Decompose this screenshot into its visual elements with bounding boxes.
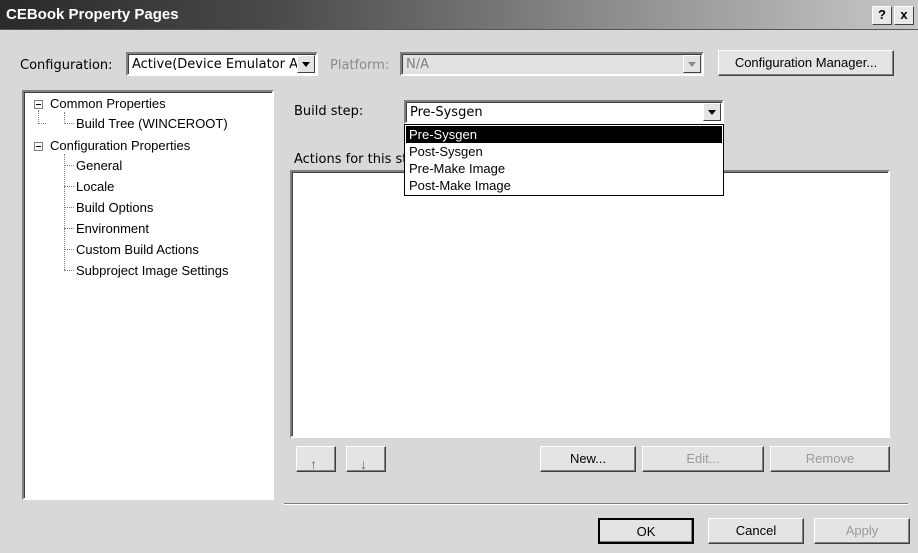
- up-arrow-icon: ↑: [310, 456, 317, 472]
- new-button[interactable]: New...: [540, 446, 636, 472]
- ok-button[interactable]: OK: [598, 518, 694, 544]
- help-button[interactable]: ?: [872, 6, 892, 25]
- platform-select: N/A: [400, 52, 704, 76]
- build-step-select[interactable]: Pre-Sysgen: [404, 100, 724, 124]
- footer-separator: [284, 503, 908, 505]
- tree-item-custom-build-actions[interactable]: Custom Build Actions: [76, 242, 199, 257]
- build-step-dropdown[interactable]: Pre-Sysgen Post-Sysgen Pre-Make Image Po…: [404, 124, 724, 196]
- tree-item-configuration-properties[interactable]: Configuration Properties: [50, 138, 190, 153]
- tree-line: [64, 186, 74, 187]
- dropdown-option[interactable]: Pre-Sysgen: [406, 126, 722, 143]
- close-button[interactable]: x: [894, 6, 914, 25]
- tree-line: [64, 228, 74, 229]
- configuration-select[interactable]: Active(Device Emulator A: [126, 52, 318, 76]
- configuration-manager-button[interactable]: Configuration Manager...: [718, 50, 894, 76]
- tree-line: [64, 154, 65, 270]
- tree-item-locale[interactable]: Locale: [76, 179, 114, 194]
- remove-button[interactable]: Remove: [770, 446, 890, 472]
- platform-value: N/A: [406, 57, 429, 72]
- apply-button[interactable]: Apply: [814, 518, 910, 544]
- tree-item-build-tree[interactable]: Build Tree (WINCEROOT): [76, 116, 228, 131]
- configuration-label: Configuration:: [20, 58, 113, 73]
- dropdown-option[interactable]: Pre-Make Image: [406, 160, 722, 177]
- tree-line: [64, 270, 74, 271]
- collapse-icon[interactable]: [34, 100, 43, 109]
- tree-item-subproject-image-settings[interactable]: Subproject Image Settings: [76, 263, 228, 278]
- build-step-value: Pre-Sysgen: [410, 105, 483, 120]
- dropdown-option[interactable]: Post-Sysgen: [406, 143, 722, 160]
- tree-line: [64, 249, 74, 250]
- edit-button[interactable]: Edit...: [642, 446, 764, 472]
- dropdown-option[interactable]: Post-Make Image: [406, 177, 722, 194]
- cancel-button[interactable]: Cancel: [708, 518, 804, 544]
- move-down-button[interactable]: ↓: [346, 446, 386, 472]
- tree-line: [64, 123, 74, 124]
- title-bar: CEBook Property Pages ? x: [0, 0, 918, 30]
- window-title: CEBook Property Pages: [6, 6, 179, 23]
- build-step-label: Build step:: [294, 104, 364, 119]
- platform-label: Platform:: [330, 58, 390, 73]
- tree-line: [38, 123, 46, 124]
- chevron-down-icon: [683, 55, 701, 73]
- actions-label: Actions for this ste: [294, 152, 416, 167]
- move-up-button[interactable]: ↑: [296, 446, 336, 472]
- tree-line: [64, 207, 74, 208]
- chevron-down-icon[interactable]: [703, 103, 721, 121]
- chevron-down-icon[interactable]: [297, 55, 315, 73]
- collapse-icon[interactable]: [34, 142, 43, 151]
- down-arrow-icon: ↓: [360, 456, 367, 472]
- tree-item-common-properties[interactable]: Common Properties: [50, 96, 166, 111]
- tree-item-general[interactable]: General: [76, 158, 122, 173]
- tree-item-build-options[interactable]: Build Options: [76, 200, 153, 215]
- tree-line: [64, 165, 74, 166]
- configuration-value: Active(Device Emulator A: [132, 57, 298, 72]
- tree-line: [38, 110, 39, 124]
- property-tree: Common Properties Build Tree (WINCEROOT)…: [22, 90, 274, 500]
- actions-list[interactable]: [290, 170, 890, 438]
- tree-item-environment[interactable]: Environment: [76, 221, 149, 236]
